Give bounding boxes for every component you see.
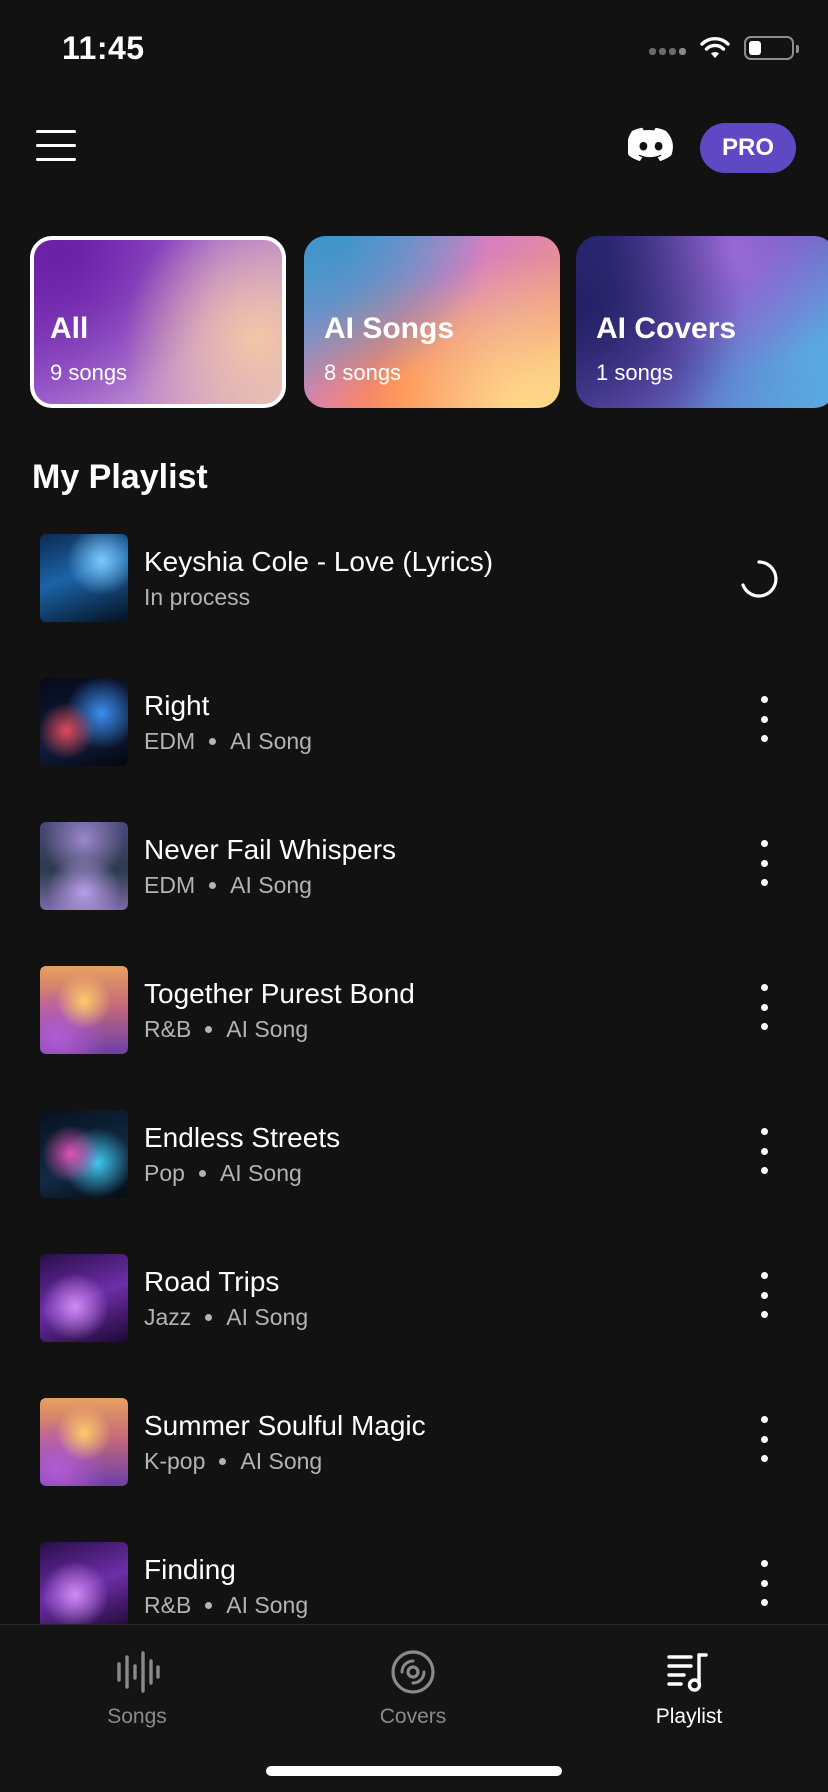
battery-icon (744, 36, 799, 60)
pro-button[interactable]: PRO (700, 123, 796, 173)
category-card-all[interactable]: All 9 songs (30, 236, 286, 408)
track-artwork (40, 966, 128, 1054)
separator-dot (205, 1314, 213, 1321)
list-item[interactable]: Never Fail Whispers EDM AI Song (0, 814, 828, 958)
track-subtitle: EDM AI Song (144, 728, 312, 755)
track-genre: EDM (144, 872, 196, 898)
discord-icon[interactable] (628, 125, 674, 165)
status-bar: 11:45 (0, 0, 828, 100)
home-indicator[interactable] (266, 1766, 562, 1776)
track-artwork (40, 1542, 128, 1630)
track-title: Summer Soulful Magic (144, 1410, 426, 1441)
tab-label: Playlist (655, 1705, 723, 1728)
wifi-icon (700, 37, 730, 58)
tab-songs[interactable]: Songs (57, 1643, 217, 1743)
playlist-list: Keyshia Cole - Love (Lyrics) In process … (0, 526, 828, 1678)
tab-label: Covers (379, 1705, 447, 1728)
waveform-icon (117, 1651, 160, 1693)
loading-spinner-icon (741, 560, 778, 598)
category-carousel: All 9 songs AI Songs 8 songs AI Covers 1… (0, 234, 828, 410)
track-type: AI Song (240, 1448, 323, 1474)
status-icons (649, 36, 799, 60)
track-title: Endless Streets (144, 1122, 341, 1153)
track-artwork (40, 534, 128, 622)
track-title: Road Trips (144, 1266, 280, 1297)
section-title-my-playlist: My Playlist (32, 458, 208, 496)
track-title: Never Fail Whispers (144, 834, 397, 865)
more-options-icon[interactable] (756, 696, 772, 742)
category-count: 8 songs (324, 360, 402, 385)
track-subtitle: Jazz AI Song (144, 1304, 308, 1331)
app-screen: 11:45 PRO All 9 songs AI Songs 8 songs A… (0, 0, 828, 1792)
category-count: 9 songs (50, 360, 128, 385)
category-card-ai-covers[interactable]: AI Covers 1 songs (576, 236, 828, 408)
track-type: AI Song (226, 1016, 309, 1042)
track-artwork (40, 1254, 128, 1342)
track-genre: EDM (144, 728, 196, 754)
track-subtitle: In process (144, 584, 250, 611)
track-subtitle: R&B AI Song (144, 1592, 308, 1619)
track-type: AI Song (230, 728, 312, 754)
track-genre: Pop (144, 1160, 185, 1186)
track-subtitle: R&B AI Song (144, 1016, 308, 1043)
list-item[interactable]: Summer Soulful Magic K-pop AI Song (0, 1390, 828, 1534)
playlist-music-icon (667, 1653, 708, 1692)
track-type: AI Song (226, 1304, 309, 1330)
more-options-icon[interactable] (756, 1560, 772, 1606)
separator-dot (198, 1170, 206, 1177)
more-options-icon[interactable] (756, 1416, 772, 1462)
more-options-icon[interactable] (756, 840, 772, 886)
track-status: In process (144, 584, 251, 610)
track-subtitle: Pop AI Song (144, 1160, 302, 1187)
list-item[interactable]: Road Trips Jazz AI Song (0, 1246, 828, 1390)
category-title: AI Songs (324, 312, 455, 345)
track-type: AI Song (230, 872, 312, 898)
track-title: Together Purest Bond (144, 978, 415, 1009)
track-subtitle: EDM AI Song (144, 872, 312, 899)
more-options-icon[interactable] (756, 1272, 772, 1318)
track-type: AI Song (219, 1160, 302, 1186)
track-genre: R&B (144, 1592, 192, 1618)
list-item[interactable]: Right EDM AI Song (0, 670, 828, 814)
list-item[interactable]: Keyshia Cole - Love (Lyrics) In process (0, 526, 828, 670)
track-genre: R&B (144, 1016, 192, 1042)
track-genre: K-pop (144, 1448, 206, 1474)
cellular-signal-icon (649, 41, 686, 55)
status-time: 11:45 (62, 30, 145, 66)
track-artwork (40, 822, 128, 910)
list-item[interactable]: Endless Streets Pop AI Song (0, 1102, 828, 1246)
separator-dot (209, 882, 217, 889)
track-subtitle: K-pop AI Song (144, 1448, 322, 1475)
category-card-ai-songs[interactable]: AI Songs 8 songs (304, 236, 560, 408)
track-genre: Jazz (144, 1304, 192, 1330)
more-options-icon[interactable] (756, 984, 772, 1030)
separator-dot (205, 1026, 213, 1033)
tab-covers[interactable]: Covers (333, 1643, 493, 1743)
track-artwork (40, 678, 128, 766)
track-title: Finding (144, 1554, 236, 1585)
track-type: AI Song (226, 1592, 309, 1618)
top-header: PRO (0, 115, 828, 185)
more-options-icon[interactable] (756, 1128, 772, 1174)
category-title: AI Covers (596, 312, 737, 345)
disc-icon (391, 1650, 435, 1694)
tab-playlist[interactable]: Playlist (609, 1643, 769, 1743)
category-title: All (50, 312, 89, 345)
track-artwork (40, 1398, 128, 1486)
menu-button[interactable] (36, 130, 76, 164)
track-title: Right (144, 690, 210, 721)
list-item[interactable]: Together Purest Bond R&B AI Song (0, 958, 828, 1102)
separator-dot (205, 1602, 213, 1609)
track-title: Keyshia Cole - Love (Lyrics) (144, 546, 494, 577)
separator-dot (219, 1458, 227, 1465)
track-artwork (40, 1110, 128, 1198)
separator-dot (209, 738, 217, 745)
category-count: 1 songs (596, 360, 674, 385)
tab-label: Songs (107, 1705, 167, 1728)
